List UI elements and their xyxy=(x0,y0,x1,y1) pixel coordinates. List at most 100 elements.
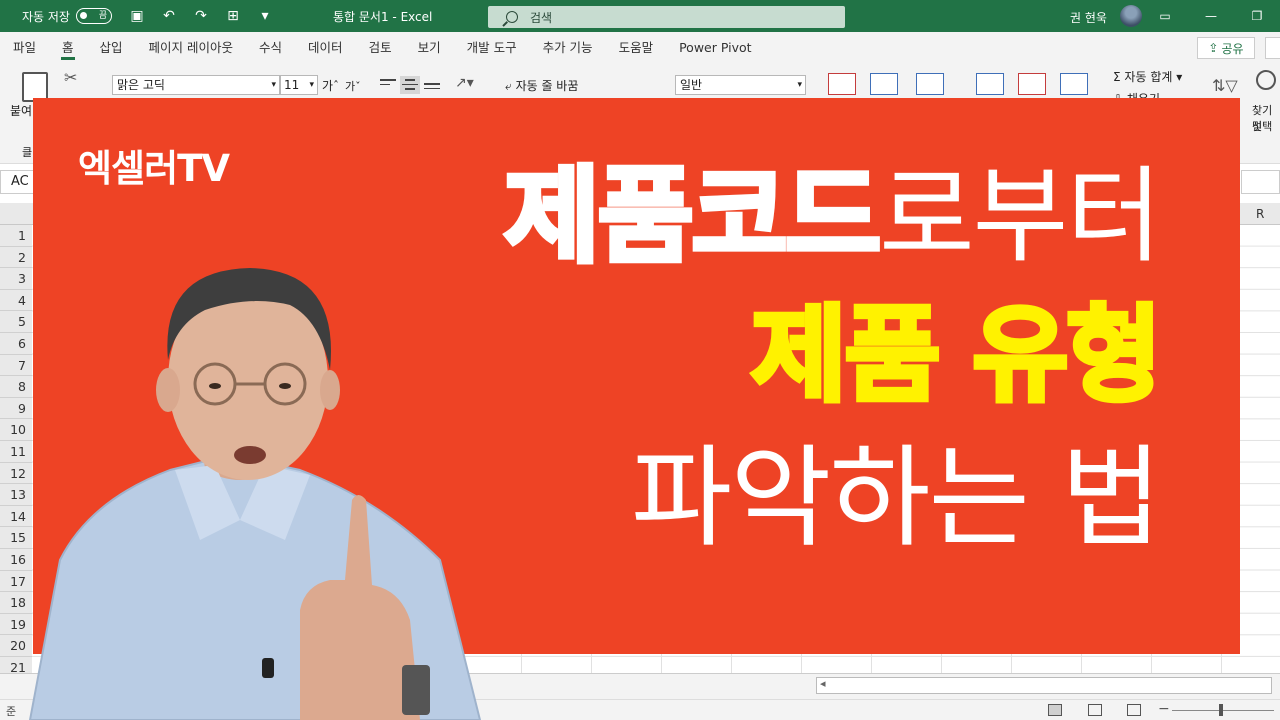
zoom-slider[interactable] xyxy=(1172,710,1274,711)
orientation-icon[interactable]: ↗▾ xyxy=(455,75,474,91)
row-header[interactable]: 15 xyxy=(0,527,32,549)
tab-formulas[interactable]: 수식 xyxy=(246,32,295,64)
page-break-view-icon[interactable] xyxy=(1127,704,1141,716)
row-header[interactable]: 10 xyxy=(0,419,32,441)
redo-icon[interactable]: ↷ xyxy=(190,5,212,27)
zoom-out-icon[interactable]: − xyxy=(1158,701,1170,717)
search-box[interactable]: 검색 xyxy=(488,6,845,28)
number-format-select[interactable]: 일반 ▾ xyxy=(675,75,806,95)
formula-bar[interactable] xyxy=(1241,170,1280,194)
horizontal-scrollbar[interactable] xyxy=(816,677,1272,694)
ribbon-display-icon[interactable]: ▭ xyxy=(1142,9,1188,23)
row-header[interactable]: 5 xyxy=(0,311,32,333)
tab-review[interactable]: 검토 xyxy=(356,32,405,64)
name-box[interactable]: AC xyxy=(0,170,34,194)
row-headers: 1 2 3 4 5 6 7 8 9 10 11 12 13 14 15 16 1… xyxy=(0,225,32,679)
user-name[interactable]: 권 현욱 xyxy=(1070,9,1107,26)
row-header[interactable]: 3 xyxy=(0,268,32,290)
row-header[interactable]: 16 xyxy=(0,548,32,571)
row-header[interactable]: 1 xyxy=(0,225,32,247)
row-header[interactable]: 6 xyxy=(0,332,32,355)
decrease-font-button[interactable]: 가ˇ xyxy=(345,78,361,94)
cell-styles-icon[interactable] xyxy=(916,73,944,95)
sort-filter-icon[interactable]: ⇅▽ xyxy=(1212,76,1238,95)
row-header[interactable]: 18 xyxy=(0,592,32,614)
zoom-slider-thumb[interactable] xyxy=(1219,704,1223,716)
comments-button[interactable] xyxy=(1265,37,1280,59)
row-header[interactable]: 8 xyxy=(0,376,32,398)
headline-line-3: 파악하는 법 xyxy=(631,434,1162,562)
tab-page-layout[interactable]: 페이지 레이아웃 xyxy=(136,32,246,64)
autosum-button[interactable]: Σ 자동 합계 ▾ xyxy=(1113,68,1182,85)
align-top-icon[interactable] xyxy=(378,76,398,94)
column-header-r[interactable]: R xyxy=(1256,207,1264,221)
tab-home[interactable]: 홈 xyxy=(49,32,87,64)
chevron-down-icon: ▾ xyxy=(797,80,802,90)
paste-label[interactable]: 붙여 xyxy=(10,102,32,119)
cut-icon[interactable]: ✂ xyxy=(64,68,77,87)
row-header[interactable]: 7 xyxy=(0,354,32,377)
row-header[interactable]: 13 xyxy=(0,484,32,506)
font-size-select[interactable]: 11 ▾ xyxy=(280,75,318,95)
tab-power-pivot[interactable]: Power Pivot xyxy=(666,32,764,64)
page-layout-view-icon[interactable] xyxy=(1088,704,1102,716)
search-placeholder: 검색 xyxy=(530,10,553,25)
chevron-down-icon: ▾ xyxy=(271,80,276,90)
insert-cells-icon[interactable] xyxy=(976,73,1004,95)
tab-insert[interactable]: 삽입 xyxy=(87,32,136,64)
find-icon[interactable] xyxy=(1256,70,1276,90)
tab-data[interactable]: 데이터 xyxy=(295,32,356,64)
save-icon[interactable]: ▣ xyxy=(126,5,148,27)
chevron-down-icon: ▾ xyxy=(1176,70,1183,84)
tab-file[interactable]: 파일 xyxy=(0,32,49,64)
row-header[interactable]: 20 xyxy=(0,635,32,657)
avatar[interactable] xyxy=(1120,5,1142,27)
row-header[interactable]: 14 xyxy=(0,505,32,528)
tab-add-ins[interactable]: 추가 기능 xyxy=(530,32,606,64)
autosave-toggle[interactable]: 끔 xyxy=(75,8,112,24)
status-bar: 준 − xyxy=(0,699,1280,720)
row-header[interactable]: 9 xyxy=(0,397,32,420)
format-cells-icon[interactable] xyxy=(1060,73,1088,95)
format-as-table-icon[interactable] xyxy=(870,73,898,95)
headline-line-1: 제품코드로부터 xyxy=(502,162,1162,271)
row-header[interactable]: 4 xyxy=(0,289,32,312)
increase-font-button[interactable]: 가ˆ xyxy=(322,77,339,94)
row-header[interactable]: 17 xyxy=(0,570,32,593)
headline-bold-part: 제품코드 xyxy=(502,155,884,277)
autosave-control[interactable]: 자동 저장 끔 xyxy=(22,8,112,25)
share-button[interactable]: ⇪ 공유 xyxy=(1197,37,1255,59)
restore-icon[interactable]: ❐ xyxy=(1234,9,1280,23)
autosave-label: 자동 저장 xyxy=(22,9,70,24)
thumbnail-panel: 엑셀러TV 제품코드로부터 제품 유형 파악하는 법 xyxy=(33,98,1240,654)
headline-regular-part: 로부터 xyxy=(878,155,1162,277)
autosum-label: 자동 합계 xyxy=(1124,70,1173,84)
wrap-text-button[interactable]: ⤶ 자동 줄 바꿈 xyxy=(505,77,578,94)
font-name-value: 맑은 고딕 xyxy=(117,78,165,92)
delete-cells-icon[interactable] xyxy=(1018,73,1046,95)
wrap-text-icon: ⤶ xyxy=(505,79,512,93)
tab-view[interactable]: 보기 xyxy=(405,32,454,64)
tab-developer[interactable]: 개발 도구 xyxy=(454,32,530,64)
normal-view-icon[interactable] xyxy=(1048,704,1062,716)
align-bottom-icon[interactable] xyxy=(422,76,442,94)
font-name-select[interactable]: 맑은 고딕 ▾ xyxy=(112,75,280,95)
undo-icon[interactable]: ↶ xyxy=(158,5,180,27)
row-header[interactable]: 19 xyxy=(0,613,32,636)
row-header[interactable]: 2 xyxy=(0,246,32,269)
conditional-format-icon[interactable] xyxy=(828,73,856,95)
tab-help[interactable]: 도움말 xyxy=(606,32,667,64)
row-header[interactable]: 12 xyxy=(0,462,32,485)
find-select-label-2[interactable]: 선택 xyxy=(1252,118,1272,134)
row-header[interactable]: 11 xyxy=(0,440,32,463)
status-ready: 준 xyxy=(6,705,17,718)
number-format-value: 일반 xyxy=(680,78,703,92)
ribbon-tabs: 파일 홈 삽입 페이지 레이아웃 수식 데이터 검토 보기 개발 도구 추가 기… xyxy=(0,32,1280,64)
chevron-down-icon: ▾ xyxy=(309,80,314,90)
align-middle-icon[interactable] xyxy=(400,76,420,94)
font-size-value: 11 xyxy=(284,78,300,92)
form-icon[interactable]: ⊞ xyxy=(222,5,244,27)
wrap-text-label: 자동 줄 바꿈 xyxy=(515,79,579,93)
minimize-icon[interactable]: — xyxy=(1188,9,1234,23)
customize-qat-icon[interactable]: ▾ xyxy=(254,5,276,27)
